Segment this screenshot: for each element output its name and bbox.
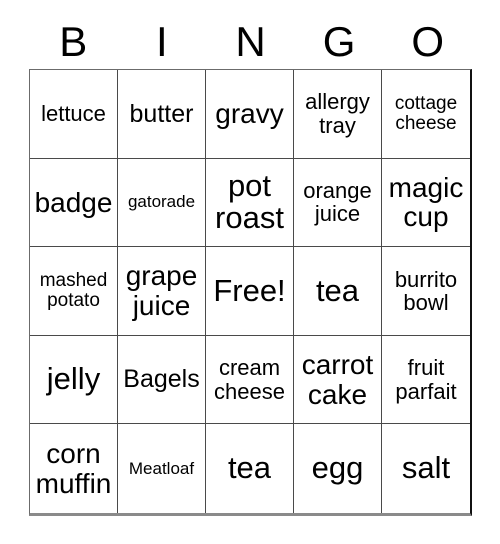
bingo-grid: lettuce butter gravy allergy tray cottag… [29, 69, 472, 516]
bingo-cell-label: fruit parfait [395, 355, 457, 404]
bingo-cell-label: Bagels [123, 365, 200, 394]
bingo-cell-label: badge [34, 186, 113, 218]
bingo-cell[interactable]: egg [294, 424, 382, 513]
bingo-cell[interactable]: badge [30, 158, 118, 248]
bingo-cell-label: Meatloaf [128, 458, 195, 478]
bingo-cell[interactable]: pot roast [206, 158, 294, 248]
bingo-cell-label: cottage cheese [394, 92, 458, 134]
bingo-cell-label: corn muffin [35, 438, 112, 499]
bingo-cell[interactable]: orange juice [294, 158, 382, 248]
bingo-cell-label: orange juice [303, 178, 372, 227]
bingo-cell[interactable]: burrito bowl [382, 247, 470, 336]
bingo-header-row: B I N G O [29, 14, 472, 69]
bingo-cell[interactable]: Meatloaf [118, 424, 206, 513]
bingo-cell[interactable]: fruit parfait [382, 335, 470, 425]
bingo-cell[interactable]: tea [294, 247, 382, 336]
bingo-cell[interactable]: jelly [30, 335, 118, 425]
bingo-header-letter-o: O [411, 17, 444, 65]
bingo-cell[interactable]: cottage cheese [382, 70, 470, 159]
bingo-cell-label: pot roast [215, 167, 284, 236]
bingo-cell-label: cream cheese [214, 355, 285, 404]
bingo-card: B I N G O lettuce butter gravy allergy t… [0, 0, 500, 544]
bingo-cell-free[interactable]: Free! [206, 247, 294, 336]
bingo-cell[interactable]: gatorade [118, 158, 206, 248]
bingo-cell-label: tea [315, 272, 360, 308]
bingo-cell[interactable]: mashed potato [30, 247, 118, 336]
bingo-cell-label: carrot cake [301, 348, 374, 410]
bingo-cell-label: jelly [46, 361, 101, 397]
bingo-cell[interactable]: butter [118, 70, 206, 159]
bingo-header-letter-n: N [235, 17, 266, 65]
bingo-cell-label: gatorade [127, 192, 196, 212]
bingo-cell[interactable]: Bagels [118, 335, 206, 425]
bingo-cell-label: tea [227, 450, 272, 486]
bingo-cell[interactable]: carrot cake [294, 335, 382, 425]
bingo-cell-label: egg [311, 450, 364, 486]
bingo-cell[interactable]: cream cheese [206, 335, 294, 425]
bingo-header-letter-i: I [156, 17, 168, 65]
bingo-header-letter-b: B [59, 17, 88, 65]
bingo-cell-label: mashed potato [39, 269, 108, 311]
bingo-cell[interactable]: salt [382, 424, 470, 513]
bingo-cell-label: gravy [215, 97, 284, 129]
bingo-cell-label: butter [129, 99, 194, 128]
bingo-cell-label: salt [401, 450, 451, 486]
bingo-cell-label: grape juice [125, 260, 198, 321]
bingo-cell[interactable]: lettuce [30, 70, 118, 159]
bingo-cell[interactable]: tea [206, 424, 294, 513]
bingo-cell-label: Free! [213, 272, 286, 308]
bingo-cell-label: magic cup [388, 171, 464, 233]
bingo-cell[interactable]: grape juice [118, 247, 206, 336]
bingo-cell[interactable]: corn muffin [30, 424, 118, 513]
bingo-cell[interactable]: allergy tray [294, 70, 382, 159]
bingo-cell[interactable]: gravy [206, 70, 294, 159]
bingo-header-letter-g: G [322, 17, 356, 65]
bingo-cell-label: burrito bowl [394, 266, 458, 315]
bingo-cell-label: allergy tray [305, 89, 370, 138]
bingo-cell[interactable]: magic cup [382, 158, 470, 248]
bingo-cell-label: lettuce [41, 101, 106, 127]
